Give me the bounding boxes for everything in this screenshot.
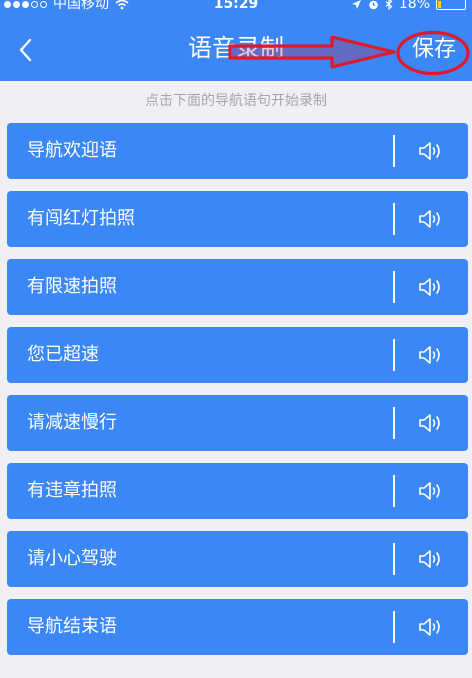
speaker-icon[interactable] [417, 275, 445, 299]
speaker-icon[interactable] [417, 411, 445, 435]
item-divider [393, 135, 395, 167]
item-divider [393, 475, 395, 507]
item-divider [393, 339, 395, 371]
phrase-item-6[interactable]: 有违章拍照 [7, 463, 468, 519]
speaker-icon[interactable] [417, 479, 445, 503]
item-divider [393, 203, 395, 235]
phrase-label: 请减速慢行 [27, 412, 117, 433]
phrase-label: 您已超速 [27, 344, 99, 365]
speaker-icon[interactable] [417, 615, 445, 639]
phrase-item-8[interactable]: 导航结束语 [7, 599, 468, 655]
status-bar: 中国移动 15:29 18% [0, 0, 472, 14]
speaker-icon[interactable] [417, 343, 445, 367]
phrase-label: 有闯红灯拍照 [27, 208, 135, 229]
battery-icon [436, 0, 466, 10]
recording-hint: 点击下面的导航语句开始录制 [145, 93, 327, 109]
page-title: 语音录制 [188, 34, 284, 62]
alarm-icon [369, 0, 378, 9]
phrase-label: 导航结束语 [27, 616, 117, 637]
phrase-label: 请小心驾驶 [27, 548, 117, 569]
phrase-label: 有限速拍照 [27, 276, 117, 297]
phrase-item-1[interactable]: 导航欢迎语 [7, 123, 468, 179]
battery-level [438, 0, 442, 8]
item-divider [393, 543, 395, 575]
location-icon [351, 0, 361, 9]
save-button[interactable]: 保存 [406, 33, 462, 67]
status-right: 18% [351, 0, 466, 11]
phrase-item-4[interactable]: 您已超速 [7, 327, 468, 383]
speaker-icon[interactable] [417, 207, 445, 231]
phrase-item-3[interactable]: 有限速拍照 [7, 259, 468, 315]
phrase-item-2[interactable]: 有闯红灯拍照 [7, 191, 468, 247]
phrase-label: 有违章拍照 [27, 480, 117, 501]
phrase-item-7[interactable]: 请小心驾驶 [7, 531, 468, 587]
phrase-label: 导航欢迎语 [27, 140, 117, 161]
bluetooth-icon [385, 0, 393, 10]
speaker-icon[interactable] [417, 139, 445, 163]
battery-percent: 18% [398, 0, 430, 12]
item-divider [393, 407, 395, 439]
item-divider [393, 611, 395, 643]
phrase-list: 导航欢迎语 有闯红灯拍照 有限速拍照 您已超速 请减速慢行 有违章拍照 请小心驾… [7, 123, 468, 667]
phrase-item-5[interactable]: 请减速慢行 [7, 395, 468, 451]
navigation-bar: 中国移动 15:29 18% 语音录制 保存 [0, 0, 472, 81]
speaker-icon[interactable] [417, 547, 445, 571]
item-divider [393, 271, 395, 303]
